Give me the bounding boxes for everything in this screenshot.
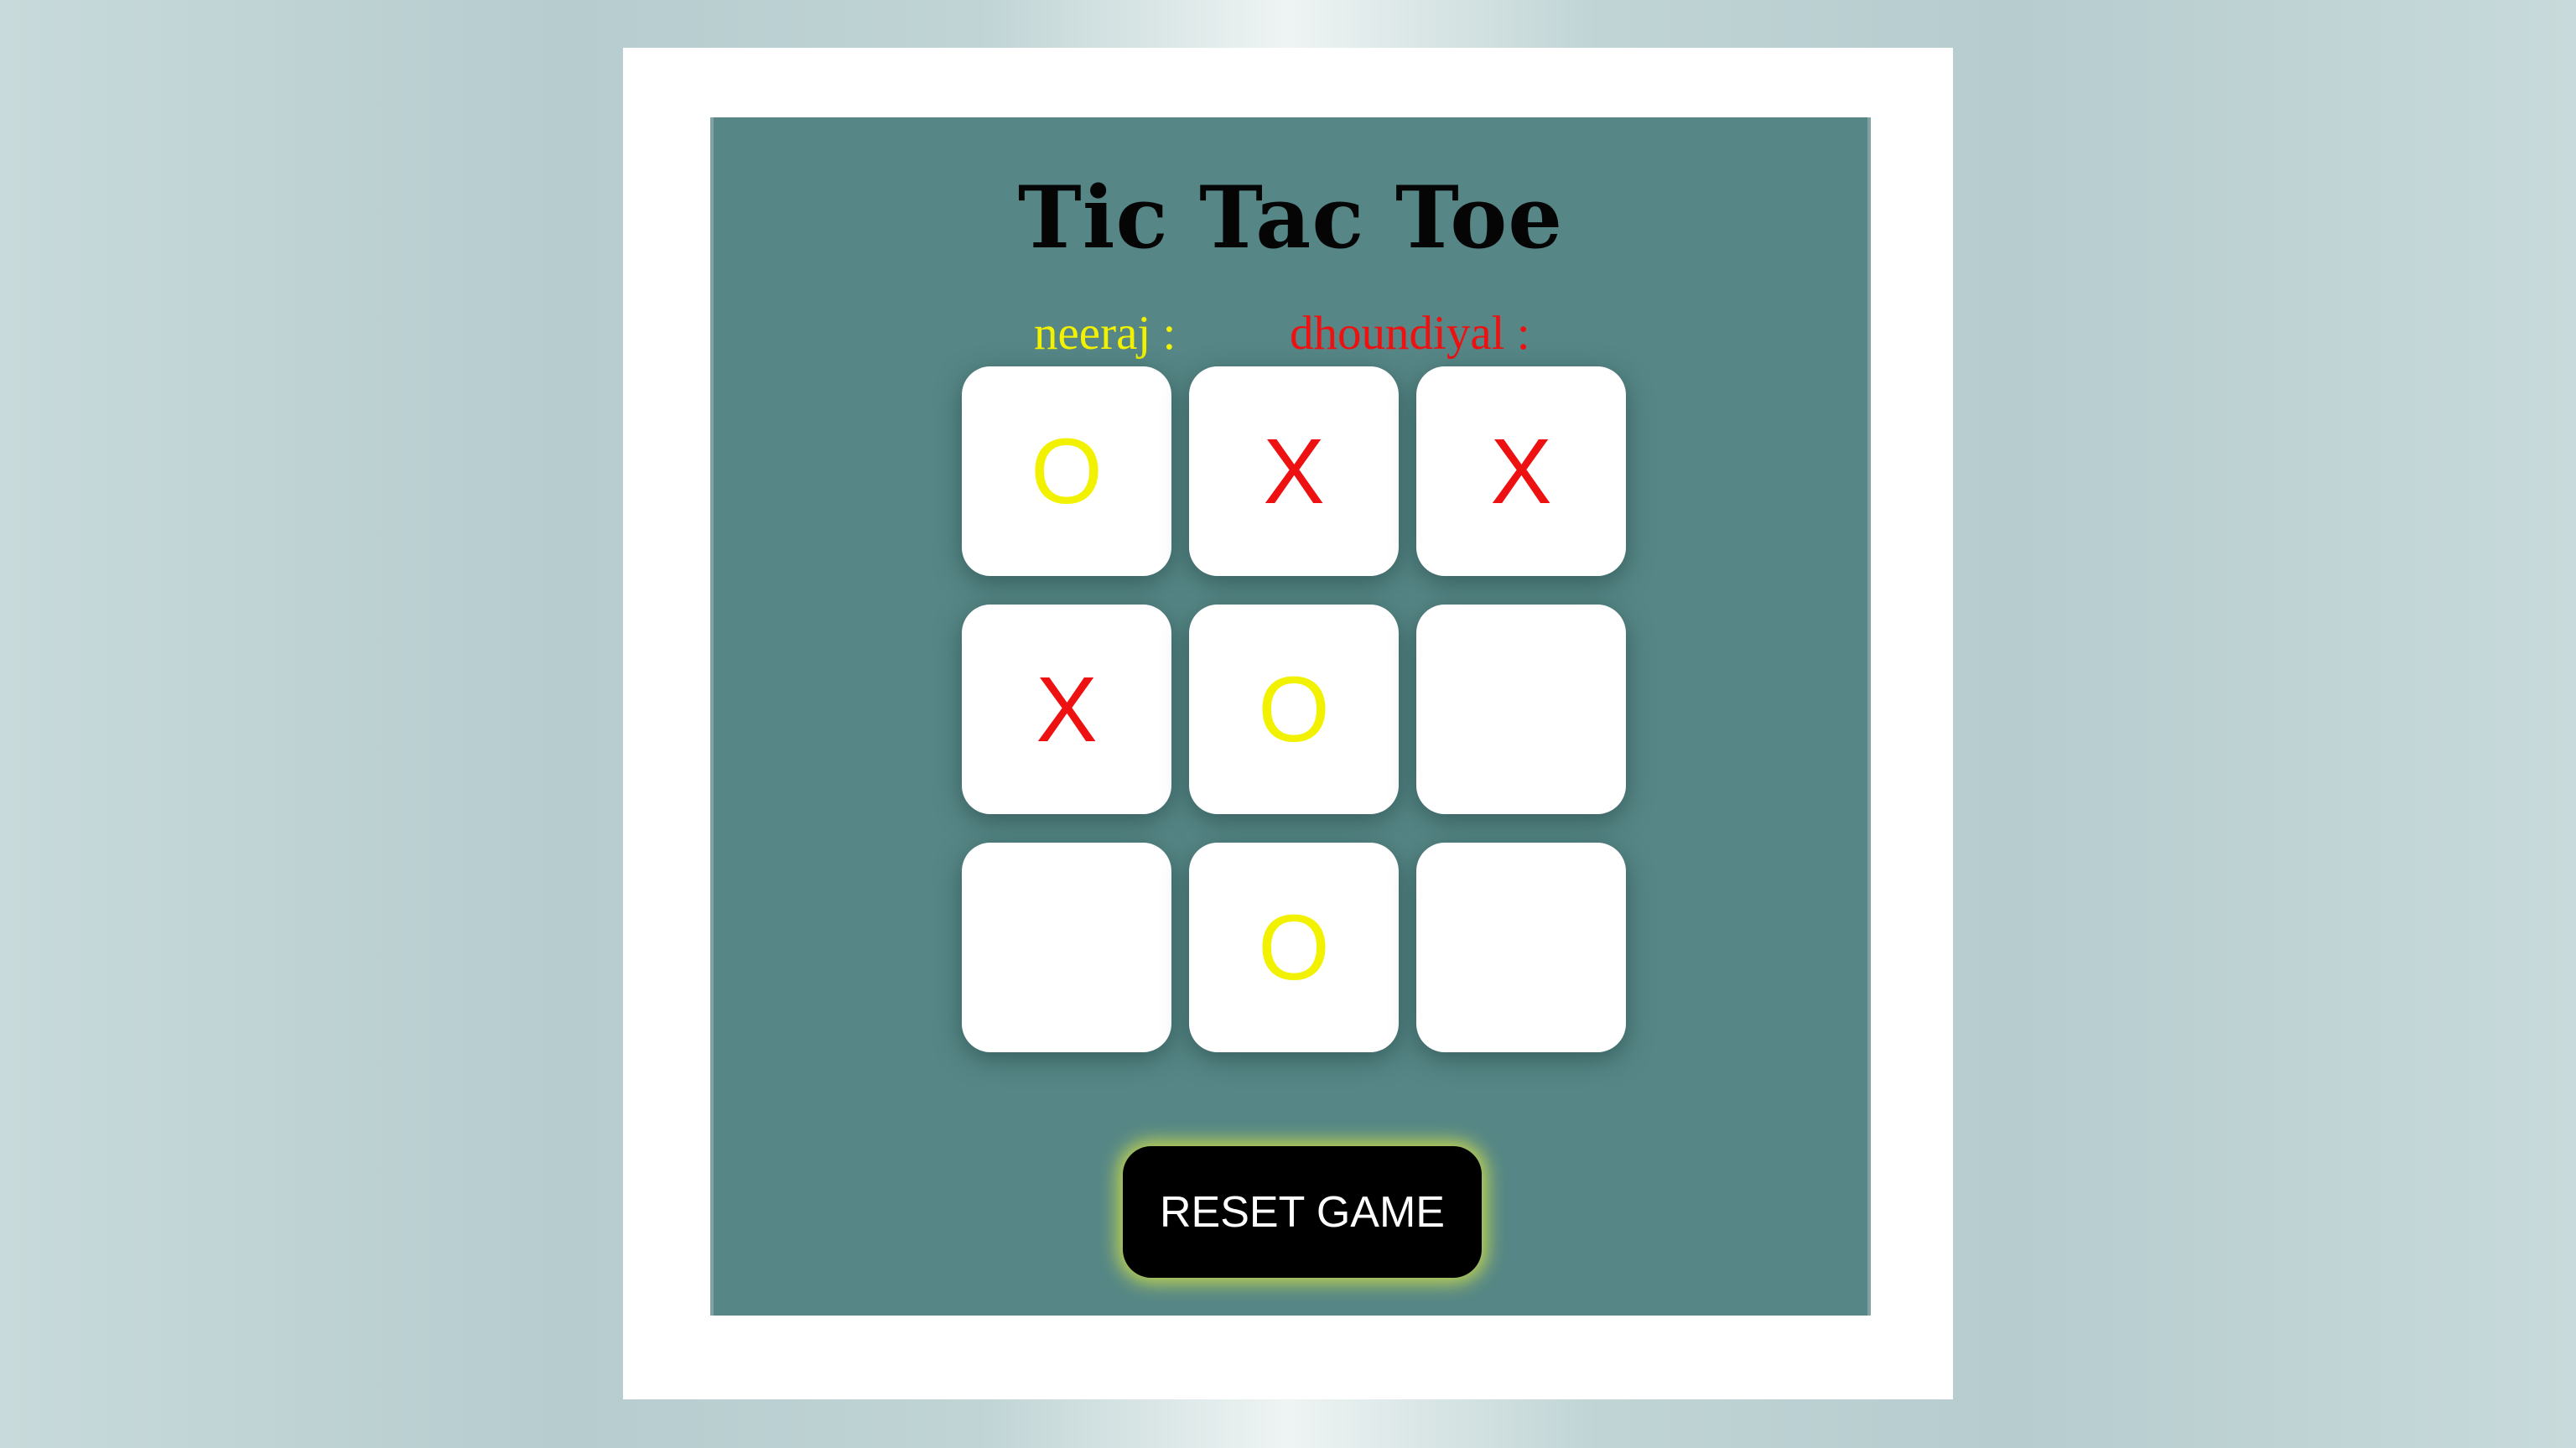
board-cell-1-2[interactable]: [1416, 605, 1626, 814]
board-cell-2-1[interactable]: O: [1189, 843, 1399, 1052]
screenshot-frame: Tic Tac Toe neeraj : dhoundiyal : O X X …: [623, 48, 1953, 1399]
board-cell-0-2[interactable]: X: [1416, 366, 1626, 576]
game-title: Tic Tac Toe: [1017, 168, 1564, 268]
board-cell-2-0[interactable]: [962, 843, 1171, 1052]
board-cell-0-1[interactable]: X: [1189, 366, 1399, 576]
game-board: O X X X O O: [962, 366, 1626, 1052]
player-labels: neeraj : dhoundiyal :: [714, 306, 1867, 365]
player-one-label: neeraj :: [1034, 307, 1176, 360]
board-cell-2-2[interactable]: [1416, 843, 1626, 1052]
game-panel: Tic Tac Toe neeraj : dhoundiyal : O X X …: [710, 117, 1871, 1316]
reset-game-button[interactable]: RESET GAME: [1123, 1146, 1482, 1278]
board-cell-0-0[interactable]: O: [962, 366, 1171, 576]
board-cell-1-0[interactable]: X: [962, 605, 1171, 814]
board-cell-1-1[interactable]: O: [1189, 605, 1399, 814]
player-two-label: dhoundiyal :: [1290, 307, 1530, 360]
